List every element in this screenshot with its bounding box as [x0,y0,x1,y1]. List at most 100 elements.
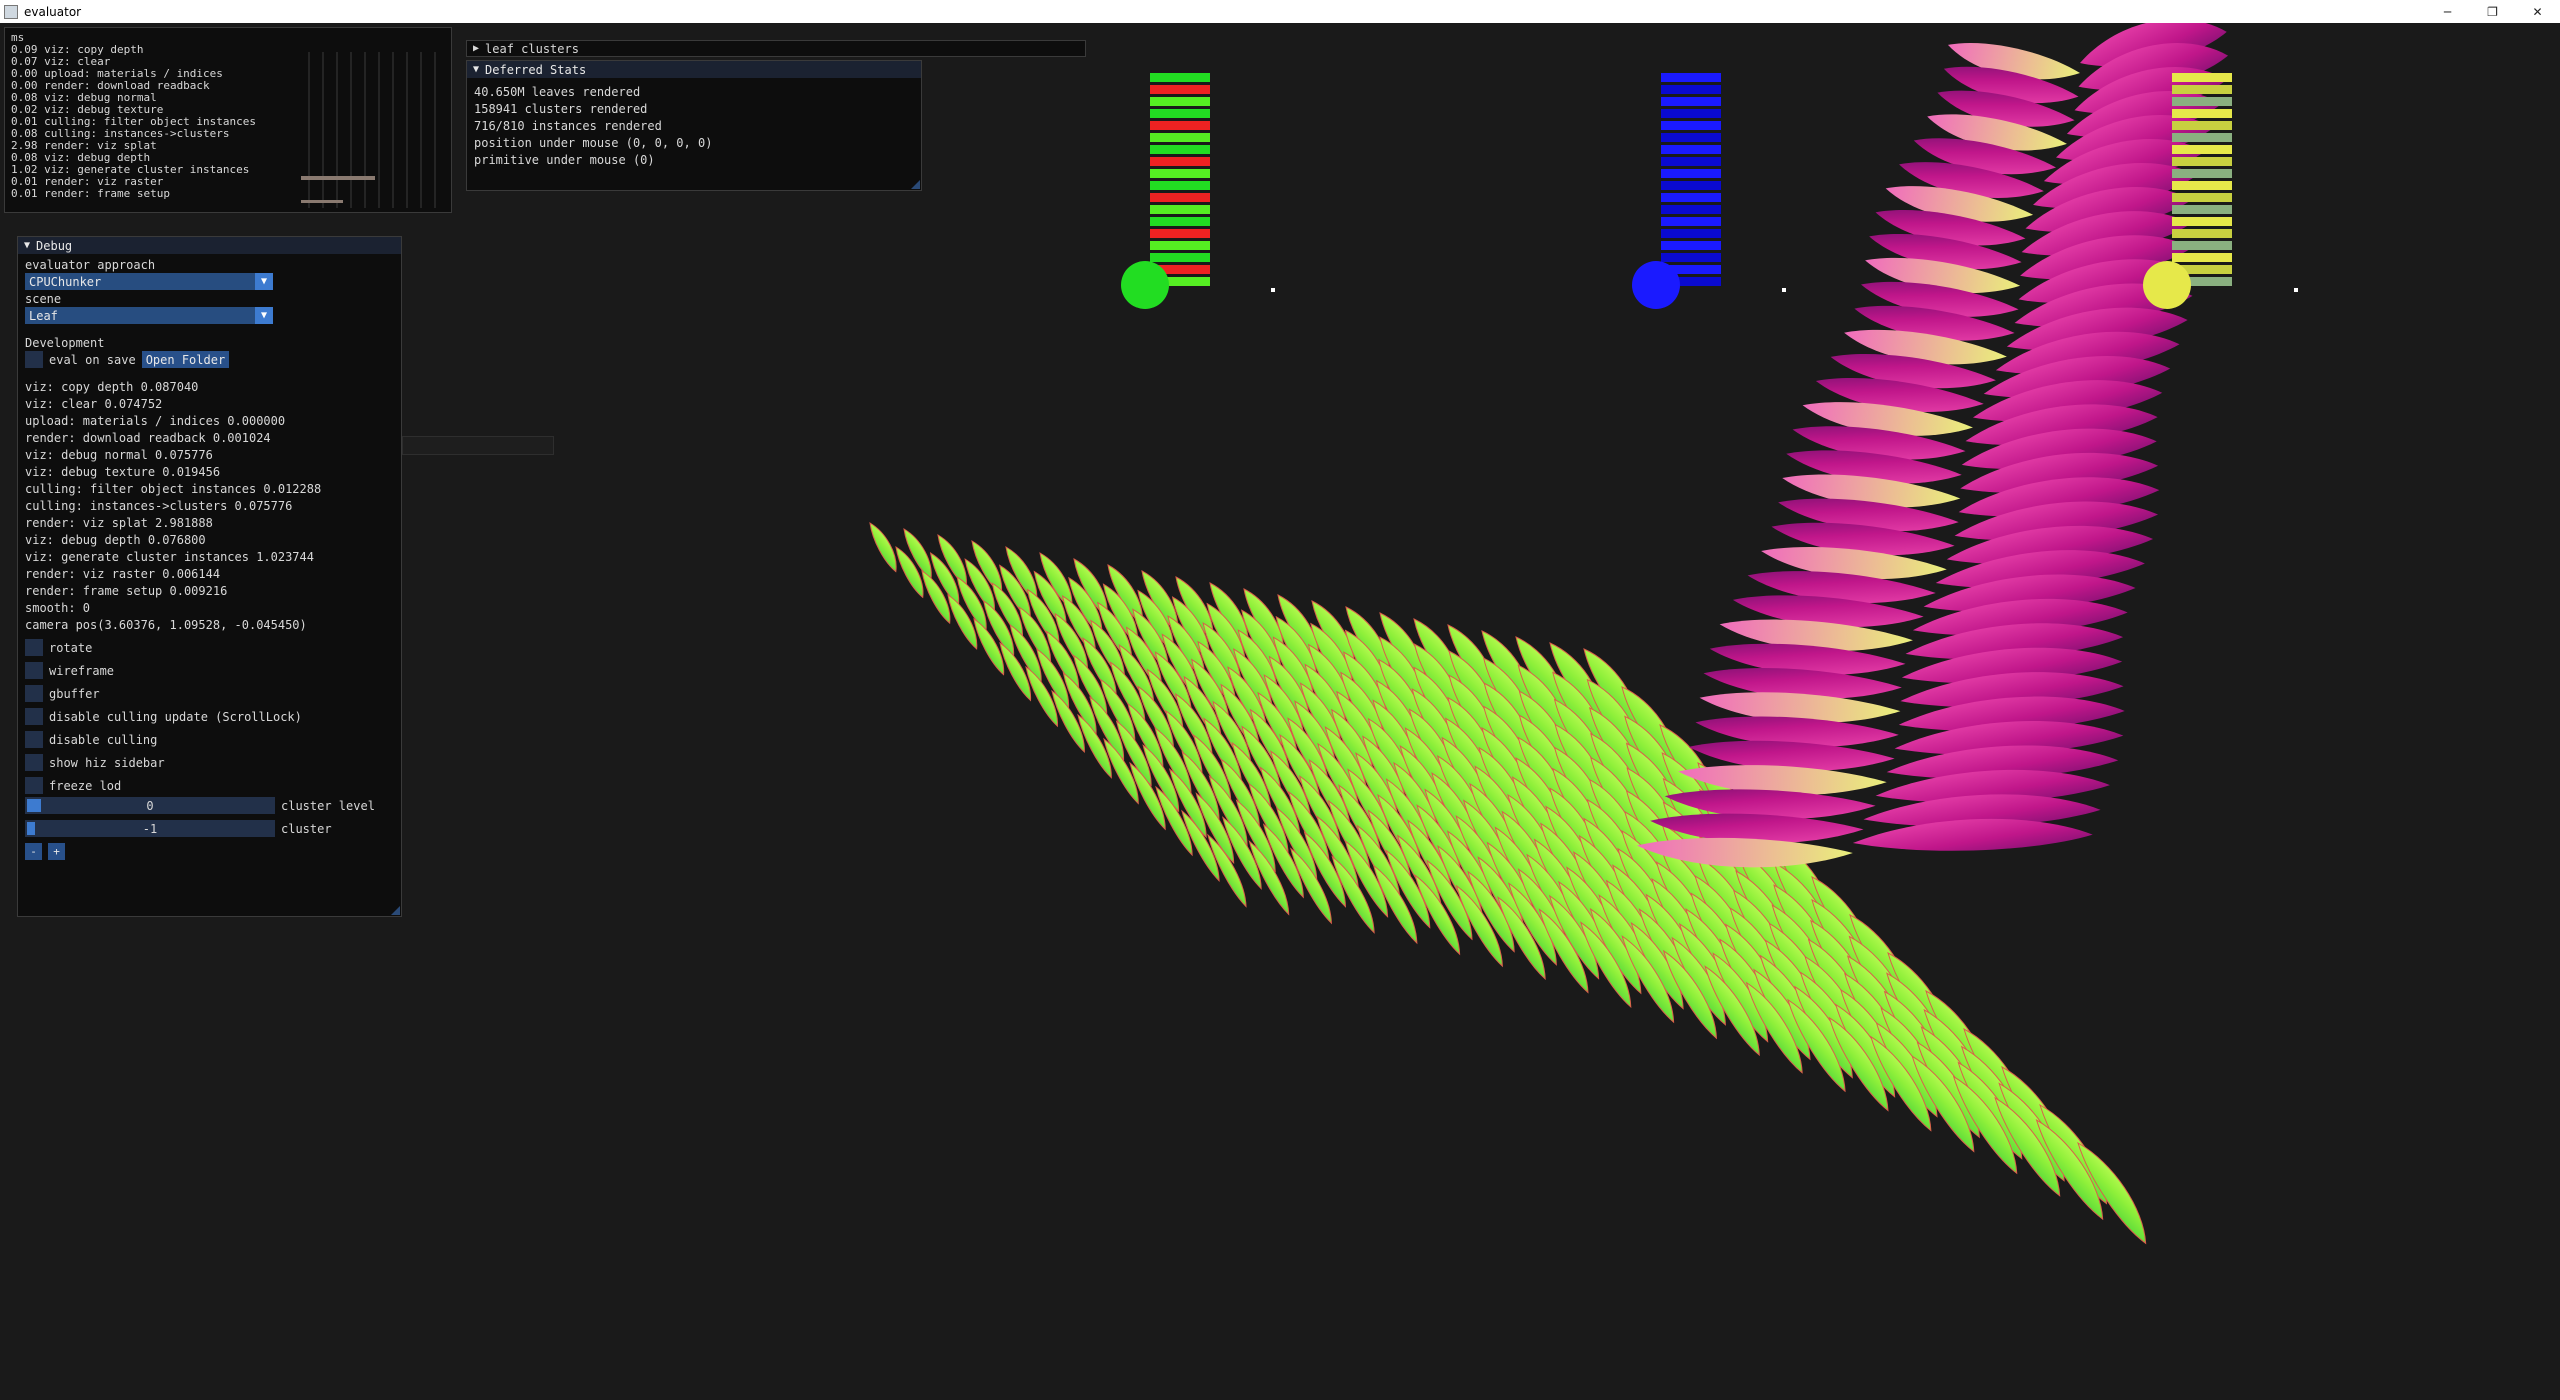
cluster-level-value: 0 [146,798,154,813]
option-checkbox[interactable] [25,754,43,771]
resize-grip-icon[interactable] [391,906,400,915]
option-checkbox[interactable] [25,777,43,794]
option-row: show hiz sidebar [25,754,394,771]
scene-select[interactable]: Leaf ▼ [25,307,273,324]
blue-cluster [1661,157,1721,166]
approach-select[interactable]: CPUChunker ▼ [25,273,273,290]
close-button[interactable]: ✕ [2515,0,2560,23]
cluster-value: -1 [142,821,158,836]
option-row: wireframe [25,662,394,679]
minimize-button[interactable]: ─ [2425,0,2470,23]
cluster-slider[interactable]: -1 [25,820,275,837]
blue-cluster [1661,241,1721,250]
green-red-cluster [1150,181,1210,190]
slider-grab[interactable] [27,799,41,812]
open-folder-button[interactable]: Open Folder [141,351,230,368]
timing-line: culling: instances->clusters 0.075776 [25,498,293,513]
option-label: disable culling [49,732,158,747]
marker-dot [1782,288,1786,292]
option-checkboxes: rotate wireframe gbuffer disable culling up… [25,639,394,794]
cluster-level-slider[interactable]: 0 [25,797,275,814]
blue-cluster-sphere [1632,261,1680,309]
yellow-cluster [2172,97,2232,106]
green-red-cluster [1150,133,1210,142]
increment-button[interactable]: + [48,843,65,860]
option-checkbox[interactable] [25,639,43,656]
marker-dot [1271,288,1275,292]
timing-line: render: viz splat 2.981888 [25,515,213,530]
option-label: disable culling update (ScrollLock) [49,709,302,724]
blue-cluster [1661,133,1721,142]
resize-grip-icon[interactable] [911,180,920,189]
option-row: disable culling [25,731,394,748]
green-red-cluster [1150,217,1210,226]
window-title: evaluator [24,4,82,19]
yellow-cluster [2172,157,2232,166]
timing-line: culling: filter object instances 0.01228… [25,481,322,496]
green-red-cluster-sphere [1121,261,1169,309]
blue-cluster [1661,181,1721,190]
debug-header[interactable]: ▼ Debug [18,237,401,254]
green-red-cluster [1150,205,1210,214]
ghost-input-bar [402,436,554,455]
window-controls: ─ ❐ ✕ [2425,0,2560,23]
blue-cluster [1661,73,1721,82]
timing-line: render: frame setup 0.009216 [25,583,228,598]
blue-cluster [1661,217,1721,226]
slider-grab[interactable] [27,822,35,835]
option-checkbox[interactable] [25,708,43,725]
green-leaf [869,522,897,573]
deferred-stats-lines: 40.650M leaves rendered 158941 clusters r… [467,78,921,175]
green-red-cluster [1150,145,1210,154]
timing-line: viz: debug depth 0.076800 [25,532,206,547]
green-red-cluster [1150,157,1210,166]
option-label: show hiz sidebar [49,755,165,770]
option-checkbox[interactable] [25,662,43,679]
profiler-graph [301,52,436,208]
smooth-text: smooth: 0 [25,600,91,615]
blue-cluster [1661,253,1721,262]
timing-line: viz: copy depth 0.087040 [25,379,199,394]
blue-cluster [1661,205,1721,214]
yellow-cluster [2172,253,2232,262]
yellow-cluster [2172,121,2232,130]
yellow-cluster-sphere [2143,261,2191,309]
marker-dot [2294,288,2298,292]
deferred-stats-header[interactable]: ▼ Deferred Stats [467,61,921,78]
option-checkbox[interactable] [25,685,43,702]
option-checkbox[interactable] [25,731,43,748]
stat-line: 716/810 instances rendered [474,119,662,133]
stat-line: position under mouse (0, 0, 0, 0) [474,136,713,150]
blue-cluster [1661,145,1721,154]
option-row: rotate [25,639,394,656]
green-red-cluster [1150,73,1210,82]
decrement-button[interactable]: - [25,843,42,860]
dropdown-arrow-icon: ▼ [255,273,273,290]
development-label: Development [25,335,105,350]
green-red-cluster [1150,109,1210,118]
yellow-cluster [2172,181,2232,190]
yellow-cluster [2172,109,2232,118]
option-row: freeze lod [25,777,394,794]
green-red-cluster [1150,193,1210,202]
eval-on-save-checkbox[interactable] [25,351,43,368]
timing-line: viz: debug normal 0.075776 [25,447,213,462]
debug-panel: ▼ Debug evaluator approach CPUChunker ▼ … [17,236,402,917]
yellow-cluster [2172,217,2232,226]
yellow-cluster [2172,229,2232,238]
leaf-clusters-header[interactable]: ▶ leaf clusters [466,40,1086,57]
blue-cluster [1661,97,1721,106]
dropdown-arrow-icon: ▼ [255,307,273,324]
restore-button[interactable]: ❐ [2470,0,2515,23]
cluster-label: cluster [281,821,332,836]
yellow-cluster [2172,169,2232,178]
yellow-cluster [2172,85,2232,94]
stat-line: primitive under mouse (0) [474,153,655,167]
yellow-cluster [2172,205,2232,214]
timing-line: viz: generate cluster instances 1.023744 [25,549,314,564]
blue-cluster [1661,109,1721,118]
title-bar: evaluator ─ ❐ ✕ [0,0,2560,23]
green-red-cluster [1150,121,1210,130]
debug-title: Debug [36,238,73,253]
blue-cluster [1661,85,1721,94]
